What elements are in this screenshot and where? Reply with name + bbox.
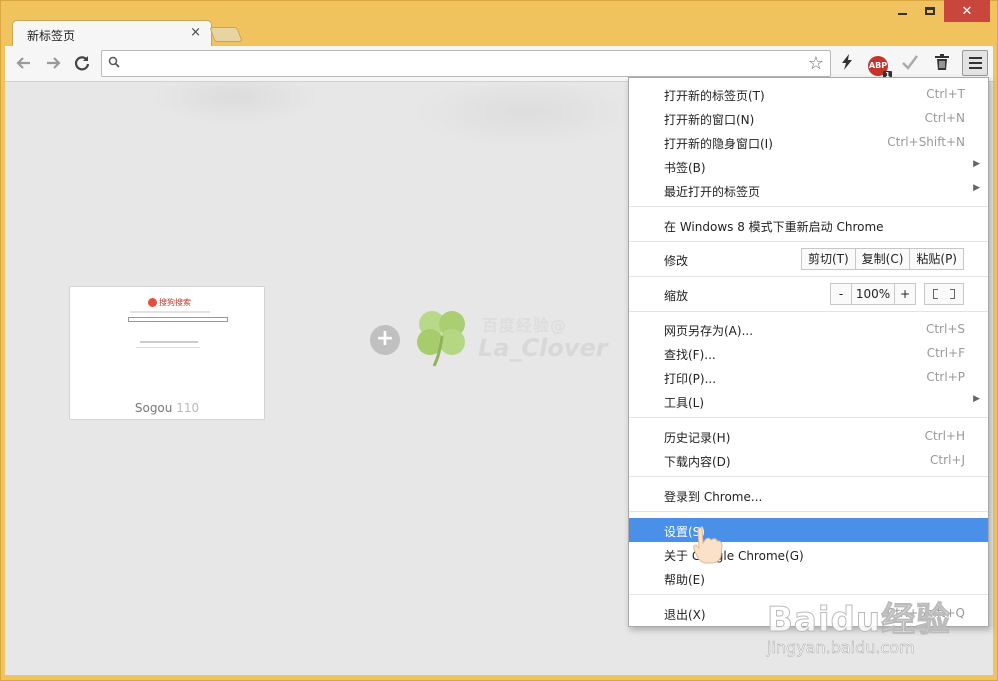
paste-button[interactable]: 粘贴(P) — [909, 248, 964, 270]
new-tab-button[interactable] — [209, 27, 243, 42]
menu-item-incognito[interactable]: 打开新的隐身窗口(I) Ctrl+Shift+N — [629, 130, 988, 154]
menu-item-settings[interactable]: 设置(S) — [629, 518, 988, 542]
trash-icon — [935, 54, 949, 70]
search-icon — [108, 56, 120, 68]
menu-item-sign-in[interactable]: 登录到 Chrome... — [629, 483, 988, 507]
tile-caption: Sogou 110 — [134, 401, 200, 415]
reload-button[interactable] — [71, 52, 93, 74]
back-button[interactable] — [13, 52, 35, 74]
menu-item-about[interactable]: 关于 Google Chrome(G) — [629, 542, 988, 566]
pointer-hand-icon — [693, 527, 723, 564]
menu-separator — [629, 276, 988, 277]
tab-new-tab[interactable]: 新标签页 × — [12, 20, 212, 46]
menu-separator — [629, 206, 988, 207]
tab-close-icon[interactable]: × — [190, 25, 201, 40]
submenu-arrow-icon: ▶ — [973, 394, 980, 404]
bookmark-star-icon[interactable]: ☆ — [808, 53, 824, 74]
menu-separator — [629, 241, 988, 242]
baidu-logo: Baidu经验 — [766, 600, 952, 641]
menu-separator — [629, 511, 988, 512]
sogou-logo-icon — [148, 298, 157, 307]
author-watermark: 百度经验@ La_Clover — [410, 304, 610, 374]
clover-icon — [417, 311, 465, 367]
address-bar[interactable]: ☆ — [101, 50, 831, 77]
cut-button[interactable]: 剪切(T) — [800, 248, 856, 270]
address-input[interactable] — [128, 54, 798, 74]
add-tile-button[interactable]: + — [370, 325, 400, 355]
extension-lightning-button[interactable] — [836, 53, 858, 75]
baidu-watermark: Baidu经验 jingyan.baidu.com — [763, 578, 993, 678]
window-controls: ✕ — [888, 0, 990, 24]
zoom-controls: - 100% + — [830, 283, 916, 305]
zoom-level: 100% — [851, 283, 895, 305]
zoom-out-button[interactable]: - — [830, 283, 852, 305]
thumbnail-logo: 搜狗搜索 — [148, 297, 191, 308]
tab-title: 新标签页 — [27, 29, 76, 43]
menu-item-history[interactable]: 历史记录(H) Ctrl+H — [629, 424, 988, 448]
abp-icon: ABP 1 — [868, 56, 892, 79]
menu-item-new-window[interactable]: 打开新的窗口(N) Ctrl+N — [629, 106, 988, 130]
menu-item-recent-tabs[interactable]: 最近打开的标签页 ▶ — [629, 178, 988, 202]
menu-separator — [629, 311, 988, 312]
minimize-button[interactable] — [888, 0, 916, 22]
menu-item-relaunch-win8[interactable]: 在 Windows 8 模式下重新启动 Chrome — [629, 213, 988, 237]
menu-item-find[interactable]: 查找(F)... Ctrl+F — [629, 341, 988, 365]
menu-item-downloads[interactable]: 下载内容(D) Ctrl+J — [629, 448, 988, 472]
hamburger-icon — [968, 57, 982, 59]
lightning-icon — [842, 54, 852, 70]
thumbnail-search-box — [128, 317, 228, 322]
submenu-arrow-icon: ▶ — [973, 183, 980, 193]
copy-button[interactable]: 复制(C) — [854, 248, 911, 270]
baidu-url: jingyan.baidu.com — [767, 638, 915, 658]
forward-button[interactable] — [42, 52, 64, 74]
zoom-in-button[interactable]: + — [894, 283, 916, 305]
maximize-icon — [925, 7, 935, 15]
extension-check-button[interactable] — [899, 53, 921, 75]
menu-item-new-tab[interactable]: 打开新的标签页(T) Ctrl+T — [629, 82, 988, 106]
forward-arrow-icon — [47, 57, 61, 69]
most-visited-tile-sogou[interactable]: 搜狗搜索 Sogou 110 — [69, 286, 265, 420]
menu-separator — [629, 417, 988, 418]
maximize-button[interactable] — [916, 0, 944, 22]
minimize-icon — [897, 13, 907, 15]
adblock-plus-button[interactable]: ABP 1 — [867, 53, 892, 79]
submenu-arrow-icon: ▶ — [973, 159, 980, 169]
menu-item-save-page[interactable]: 网页另存为(A)... Ctrl+S — [629, 317, 988, 341]
fullscreen-button[interactable] — [924, 283, 964, 305]
close-window-button[interactable]: ✕ — [944, 0, 990, 22]
extension-trash-button[interactable] — [931, 53, 953, 75]
checkmark-icon — [902, 55, 918, 70]
chrome-menu: 打开新的标签页(T) Ctrl+T 打开新的窗口(N) Ctrl+N 打开新的隐身窗… — [628, 77, 989, 627]
menu-item-bookmarks[interactable]: 书签(B) ▶ — [629, 154, 988, 178]
menu-item-print[interactable]: 打印(P)... Ctrl+P — [629, 365, 988, 389]
chrome-menu-button[interactable] — [962, 50, 988, 76]
edit-button-group: 剪切(T) 复制(C) 粘贴(P) — [800, 248, 964, 270]
reload-icon — [74, 56, 90, 71]
menu-item-tools[interactable]: 工具(L) ▶ — [629, 389, 988, 413]
menu-separator — [629, 476, 988, 477]
back-arrow-icon — [16, 57, 30, 69]
